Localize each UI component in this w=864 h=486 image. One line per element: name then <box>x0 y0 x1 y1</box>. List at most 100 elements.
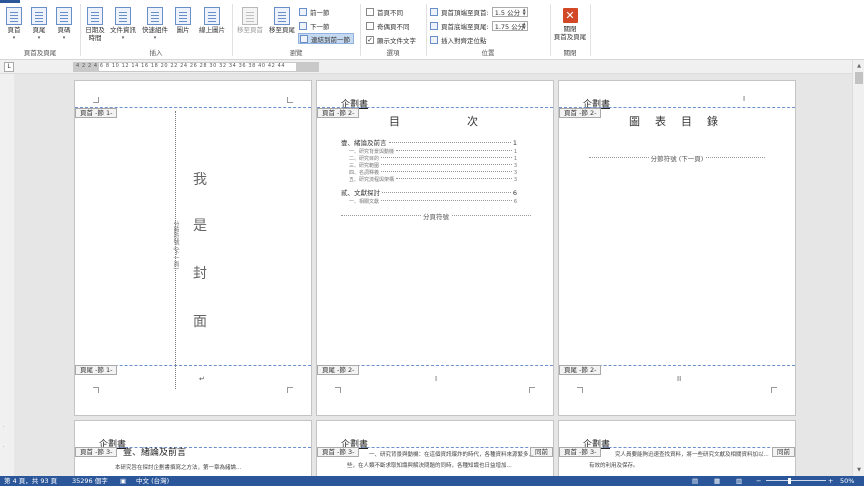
page-number-button[interactable]: 頁碼 ▾ <box>54 7 74 42</box>
zoom-level[interactable]: 50% <box>840 476 854 486</box>
footer-tag: 頁尾 -節 1- <box>75 365 118 375</box>
scroll-down-icon[interactable]: ▼ <box>855 466 863 474</box>
page-6[interactable]: 企劃書 頁首 -節 3- 同前 究人員要能夠迅速查找資料，將一些研究文獻及相關資… <box>558 420 796 476</box>
show-document-text-checkbox[interactable]: ✓ 顯示文件文字 <box>366 34 416 45</box>
checkbox-unchecked-icon <box>366 7 374 16</box>
page-count[interactable]: 第 4 頁，共 93 頁 <box>4 476 57 486</box>
toc-leader-dots <box>381 200 512 201</box>
page-number-icon <box>56 7 72 25</box>
group-label-navigation: 瀏覽 <box>289 49 303 57</box>
same-as-previous-tag: 同前 <box>772 447 795 457</box>
cover-char: 面 <box>193 314 207 330</box>
toc-entry[interactable]: 四、名詞釋義 3 <box>349 169 517 176</box>
read-mode-icon[interactable]: ▤ <box>692 476 698 486</box>
different-first-page-checkbox[interactable]: 首頁不同 <box>366 6 403 17</box>
toc-entry-label: 一、相關文獻 <box>349 199 380 205</box>
page-2[interactable]: 企劃書 頁首 -節 2- 目 次 分頁符號 頁尾 -節 2- I 壹、緒論及前言… <box>316 80 554 416</box>
toc-entry-label: 四、名詞釋義 <box>349 170 380 176</box>
goto-header-icon <box>242 7 258 25</box>
toc-entry-label: 一、研究背景與動機 <box>349 149 395 155</box>
document-workspace[interactable]: 頁首 -節 1- 分節符號 (下一頁) 我 是 封 面 頁尾 -節 1- ↵ 企… <box>14 74 852 476</box>
toc-entry-page: 1 <box>512 139 517 147</box>
toc-leader-dots <box>381 164 512 165</box>
previous-section-button[interactable]: 前一節 <box>299 6 330 17</box>
figure-list-title: 圖 表 目 錄 <box>629 115 720 128</box>
body-text: 一、研究背景與動機：在這個資訊爆炸的時代，各種資料來源繁多... <box>369 452 534 458</box>
section-break-label: 分節符號 (下一頁) <box>172 221 179 270</box>
toc-leader-dots <box>381 157 512 158</box>
ruler-bar: L 4 2 2 4 6 8 10 12 14 16 18 20 22 24 26… <box>0 60 864 74</box>
body-text: 有效的利用及保存。 <box>589 463 639 469</box>
section-break-marker: 分節符號 (下一頁) <box>589 155 765 168</box>
toc-leader-dots <box>388 142 511 143</box>
date-time-button[interactable]: 日期及 時間 <box>84 7 106 42</box>
toc-leader-dots <box>382 192 511 193</box>
close-header-footer-button[interactable]: ✕ 關閉 頁首及頁尾 <box>552 8 588 41</box>
web-layout-icon[interactable]: ▥ <box>736 476 742 486</box>
cover-char: 我 <box>193 172 207 188</box>
online-picture-button[interactable]: 線上圖片 <box>196 7 228 34</box>
insert-alignment-tab-button[interactable]: 插入對齊定位點 <box>430 34 487 45</box>
toc-entry[interactable]: 二、研究目的 1 <box>349 155 517 162</box>
text-cursor-icon: I <box>743 95 746 103</box>
zoom-out-icon[interactable]: − <box>756 476 761 486</box>
footer-from-bottom-spinner[interactable]: 1.75 公分 ▲ ▼ <box>491 20 528 31</box>
toc-entry[interactable]: 三、研究範圍 3 <box>349 162 517 169</box>
toc-entry-label: 五、研究流程與架構 <box>349 177 395 183</box>
toc-title-right: 次 <box>467 115 480 128</box>
header-button[interactable]: 頁首 ▾ <box>4 7 24 42</box>
scroll-up-icon[interactable]: ▲ <box>855 62 863 70</box>
different-odd-even-checkbox[interactable]: 奇偶頁不同 <box>366 20 410 31</box>
checkbox-unchecked-icon <box>366 21 374 30</box>
zoom-slider[interactable] <box>766 480 826 481</box>
zoom-slider-thumb[interactable] <box>788 478 791 484</box>
footer-tag: 頁尾 -節 2- <box>317 365 360 375</box>
toc-entry[interactable]: 一、研究背景與動機 1 <box>349 148 517 155</box>
word-count[interactable]: 35296 個字 <box>72 476 108 486</box>
header-icon <box>6 7 22 25</box>
toc-entry[interactable]: 貳、文獻探討 6 <box>341 187 517 197</box>
page-1[interactable]: 頁首 -節 1- 分節符號 (下一頁) 我 是 封 面 頁尾 -節 1- ↵ <box>74 80 312 416</box>
page-break-marker: 分頁符號 <box>341 213 531 226</box>
page-3[interactable]: 企劃書 I 頁首 -節 2- 圖 表 目 錄 分節符號 (下一頁) 頁尾 -節 … <box>558 80 796 416</box>
toc-entry-page: 6 <box>512 189 517 197</box>
body-text: 本研究旨在探討企劃書撰寫之方法，第一章為緒論... <box>115 465 242 471</box>
toc-entry[interactable]: 一、相關文獻 6 <box>349 198 517 205</box>
language-indicator[interactable]: 中文 (台灣) <box>136 476 169 486</box>
picture-button[interactable]: 圖片 <box>173 7 193 34</box>
toc-title-left: 目 <box>389 115 402 128</box>
calendar-icon <box>87 7 103 25</box>
header-tag: 頁首 -節 2- <box>559 108 602 118</box>
link-to-previous-button[interactable]: 連結到前一節 <box>298 33 354 44</box>
quick-parts-button[interactable]: 快速組件 ▾ <box>140 7 170 42</box>
footer-page-number: II <box>677 375 682 383</box>
alignment-tab-icon <box>430 35 438 44</box>
group-label-header-footer: 頁首及頁尾 <box>23 49 57 57</box>
document-info-button[interactable]: 文件資訊 ▾ <box>109 7 137 42</box>
toc-entry[interactable]: 五、研究流程與架構 3 <box>349 176 517 183</box>
proofing-icon[interactable]: ▣ <box>120 476 126 486</box>
toc-entry-label: 貳、文獻探討 <box>341 189 380 197</box>
toc-leader-dots <box>381 171 512 172</box>
checkbox-checked-icon: ✓ <box>366 35 374 44</box>
footer-from-bottom-row: 頁首底端至頁尾: 1.75 公分 ▲ ▼ <box>430 20 528 31</box>
footer-button[interactable]: 頁尾 ▾ <box>29 7 49 42</box>
zoom-in-icon[interactable]: + <box>828 476 833 486</box>
footer-page-number: I <box>435 375 438 383</box>
header-from-top-spinner[interactable]: 1.5 公分 ▲ ▼ <box>491 6 528 17</box>
page-5[interactable]: 企劃書 頁首 -節 3- 同前 一、研究背景與動機：在這個資訊爆炸的時代，各種資… <box>316 420 554 476</box>
status-bar: 第 4 頁，共 93 頁 35296 個字 ▣ 中文 (台灣) ▤ ▦ ▥ − … <box>0 476 864 486</box>
ribbon: 頁首 ▾ 頁尾 ▾ 頁碼 ▾ 頁首及頁尾 日期及 時間 文件資訊 ▾ 快速組件 ▾ 圖片 … <box>0 0 864 60</box>
scroll-thumb[interactable] <box>855 72 863 84</box>
page-4[interactable]: 企劃書 頁首 -節 3- 壹、緒論及前言 本研究旨在探討企劃書撰寫之方法，第一章… <box>74 420 312 476</box>
cover-char: 是 <box>193 218 207 234</box>
next-section-button[interactable]: 下一節 <box>299 20 330 31</box>
goto-footer-button[interactable]: 移至頁尾 <box>267 7 297 34</box>
vertical-scrollbar[interactable]: ▲ ▼ <box>852 60 864 476</box>
toc-entry-page: 6 <box>513 199 517 205</box>
print-layout-icon[interactable]: ▦ <box>714 476 720 486</box>
tab-selector[interactable]: L <box>4 62 14 72</box>
goto-header-button[interactable]: 移至頁首 <box>235 7 265 34</box>
toc-entry[interactable]: 壹、緒論及前言 1 <box>341 137 517 147</box>
header-tag: 頁首 -節 3- <box>317 447 360 457</box>
